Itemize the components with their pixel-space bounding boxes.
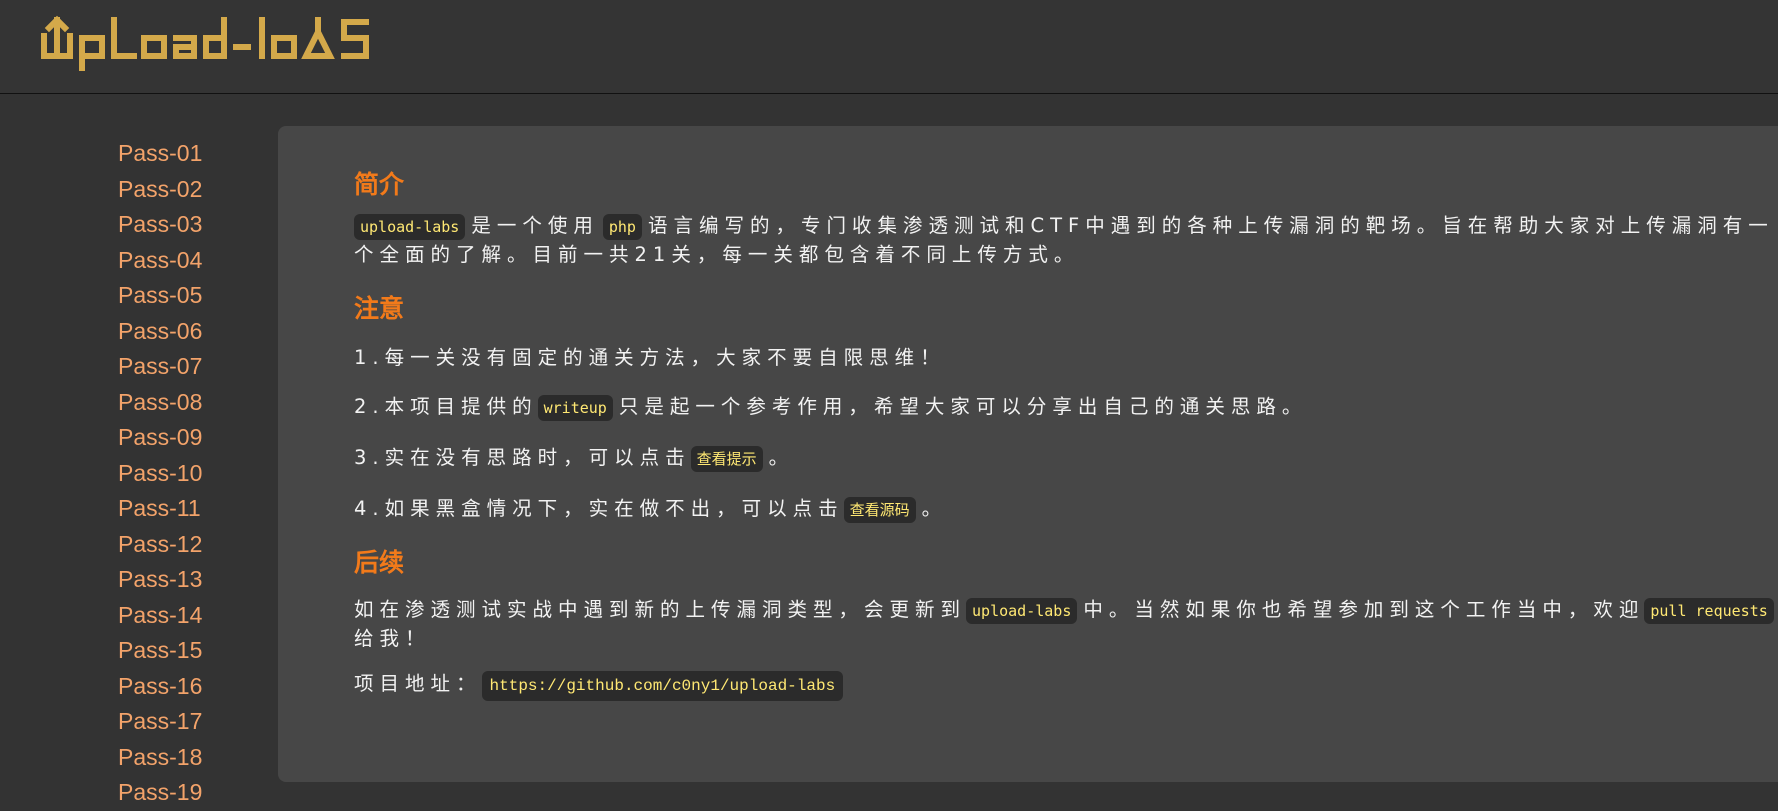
section-title-intro: 简介 — [354, 170, 405, 199]
notice-3-text: 3.实在没有思路时，可以点击 — [354, 446, 691, 469]
project-github-link[interactable]: https://github.com/c0ny1/upload-labs — [481, 671, 844, 701]
code-php: php — [602, 214, 642, 240]
sidebar-item-pass-17[interactable]: Pass-17 — [100, 704, 260, 740]
notice-4-period: 。 — [921, 497, 948, 520]
sidebar-item-pass-15[interactable]: Pass-15 — [100, 633, 260, 669]
top-header — [0, 0, 1778, 94]
sidebar-item-pass-10[interactable]: Pass-10 — [100, 456, 260, 492]
notice-item-2: 2.本项目提供的 writeup 只是起一个参考作用，希望大家可以分享出自己的通关思… — [354, 393, 1778, 422]
notice-item-4: 4.如果黑盒情况下，实在做不出，可以点击 查看源码。 — [354, 495, 1778, 524]
sidebar-item-pass-05[interactable]: Pass-05 — [100, 278, 260, 314]
sidebar-item-pass-09[interactable]: Pass-09 — [100, 420, 260, 456]
sidebar-nav: Pass-01 Pass-02 Pass-03 Pass-04 Pass-05 Pass-… — [100, 136, 260, 811]
sidebar-item-pass-06[interactable]: Pass-06 — [100, 314, 260, 350]
sidebar-item-pass-11[interactable]: Pass-11 — [100, 491, 260, 527]
notice-item-3: 3.实在没有思路时，可以点击 查看提示。 — [354, 444, 1778, 473]
sidebar-item-pass-12[interactable]: Pass-12 — [100, 527, 260, 563]
intro-paragraph: upload-labs 是一个使用 php 语言编写的，专门收集渗透测试和CTF中遇到… — [354, 212, 1778, 268]
sidebar-item-pass-07[interactable]: Pass-07 — [100, 349, 260, 385]
show-hint-button[interactable]: 查看提示 — [690, 446, 763, 472]
intro-panel: 简介 upload-labs 是一个使用 php 语言编写的，专门收集渗透测试和CTF… — [278, 126, 1778, 782]
notice-2-text-a: 2.本项目提供的 — [354, 395, 538, 418]
sidebar-item-pass-08[interactable]: Pass-08 — [100, 385, 260, 421]
notice-4-text: 4.如果黑盒情况下，实在做不出，可以点击 — [354, 497, 844, 520]
followup-text-3: 给我！ — [354, 627, 431, 650]
sidebar-item-pass-18[interactable]: Pass-18 — [100, 740, 260, 776]
sidebar-item-pass-13[interactable]: Pass-13 — [100, 562, 260, 598]
show-source-button[interactable]: 查看源码 — [843, 497, 916, 523]
upload-labs-logo[interactable] — [40, 14, 392, 78]
followup-text-1: 如在渗透测试实战中遇到新的上传漏洞类型，会更新到 — [354, 598, 967, 621]
project-address-label: 项目地址： — [354, 672, 482, 695]
project-address: 项目地址： https://github.com/c0ny1/upload-lab… — [354, 670, 1778, 701]
notice-2-text-b: 只是起一个参考作用，希望大家可以分享出自己的通关思路。 — [618, 395, 1308, 418]
section-title-notice: 注意 — [354, 294, 405, 323]
sidebar-item-pass-19[interactable]: Pass-19 — [100, 775, 260, 811]
sidebar-item-pass-01[interactable]: Pass-01 — [100, 136, 260, 172]
sidebar-item-pass-16[interactable]: Pass-16 — [100, 669, 260, 705]
code-upload-labs-2: upload-labs — [966, 598, 1078, 624]
sidebar-item-pass-14[interactable]: Pass-14 — [100, 598, 260, 634]
panel-content: 简介 upload-labs 是一个使用 php 语言编写的，专门收集渗透测试和CTF… — [354, 166, 1778, 701]
intro-text-1: 是一个使用 — [471, 214, 599, 237]
sidebar-item-pass-02[interactable]: Pass-02 — [100, 172, 260, 208]
code-upload-labs: upload-labs — [354, 214, 466, 240]
code-pull-requests: pull requests — [1644, 598, 1774, 624]
code-writeup: writeup — [537, 395, 613, 421]
sidebar-item-pass-04[interactable]: Pass-04 — [100, 243, 260, 279]
sidebar-item-pass-03[interactable]: Pass-03 — [100, 207, 260, 243]
notice-item-1: 1.每一关没有固定的通关方法，大家不要自限思维！ — [354, 346, 946, 369]
followup-paragraph: 如在渗透测试实战中遇到新的上传漏洞类型，会更新到 upload-labs 中。当然如… — [354, 596, 1778, 652]
notice-3-period: 。 — [768, 446, 795, 469]
followup-text-2: 中。当然如果你也希望参加到这个工作当中，欢迎 — [1083, 598, 1645, 621]
section-title-followup: 后续 — [354, 548, 405, 577]
